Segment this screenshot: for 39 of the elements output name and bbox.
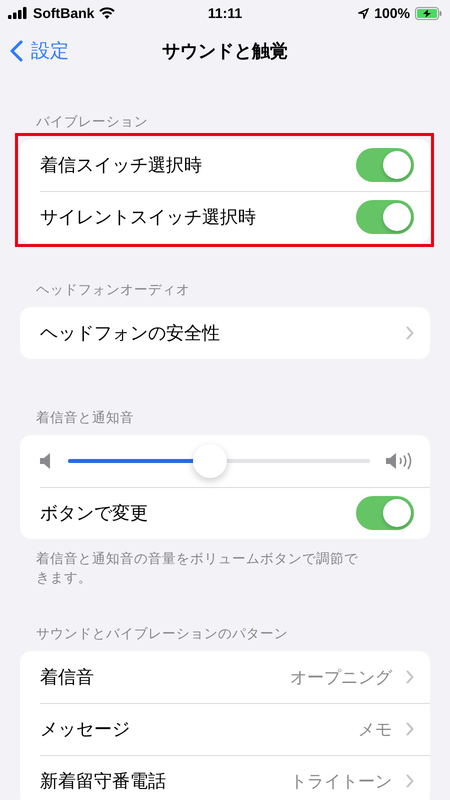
signal-icon — [8, 7, 28, 19]
setting-label: 新着留守番電話 — [40, 770, 167, 793]
chevron-right-icon — [406, 722, 414, 736]
setting-label: ボタンで変更 — [40, 502, 149, 525]
settings-row[interactable]: ヘッドフォンの安全性 — [20, 307, 430, 359]
section-header: バイブレーション — [36, 114, 148, 129]
chevron-right-icon — [406, 670, 414, 684]
setting-label: サイレントスイッチ選択時 — [40, 206, 257, 229]
volume-slider[interactable] — [68, 444, 370, 478]
settings-row[interactable]: 新着留守番電話 トライトーン — [20, 755, 430, 800]
setting-label: 着信音 — [40, 666, 95, 689]
settings-row[interactable]: 着信音 オープニング — [20, 651, 430, 703]
setting-value: オープニング — [290, 666, 392, 688]
chevron-right-icon — [406, 326, 414, 340]
speaker-loud-icon — [386, 452, 414, 470]
setting-label: 着信スイッチ選択時 — [40, 154, 203, 177]
setting-label: メッセージ — [40, 718, 131, 741]
chevron-right-icon — [406, 774, 414, 788]
chevron-left-icon — [10, 40, 23, 62]
setting-value: メモ — [358, 718, 392, 740]
section-header: サウンドとバイブレーションのパターン — [36, 626, 288, 641]
battery-percent: 100% — [374, 5, 410, 21]
setting-value: トライトーン — [290, 770, 392, 792]
settings-row[interactable]: メッセージ メモ — [20, 703, 430, 755]
back-button[interactable]: 設定 — [10, 38, 69, 64]
section-header: ヘッドフォンオーディオ — [36, 282, 190, 297]
location-icon — [358, 8, 370, 18]
wifi-icon — [99, 7, 116, 19]
clock-time: 11:11 — [208, 5, 242, 21]
toggle-switch[interactable] — [356, 148, 414, 182]
speaker-low-icon — [40, 453, 52, 469]
page-title: サウンドと触覚 — [162, 41, 288, 61]
carrier-name: SoftBank — [33, 5, 94, 21]
setting-label: ヘッドフォンの安全性 — [40, 322, 221, 345]
toggle-switch[interactable] — [356, 200, 414, 234]
section-header: 着信音と通知音 — [36, 410, 134, 425]
toggle-switch[interactable] — [356, 496, 414, 530]
section-footer: 着信音と通知音の音量をボリュームボタンで調節できます。 — [36, 551, 358, 585]
slider-thumb[interactable] — [192, 444, 227, 478]
